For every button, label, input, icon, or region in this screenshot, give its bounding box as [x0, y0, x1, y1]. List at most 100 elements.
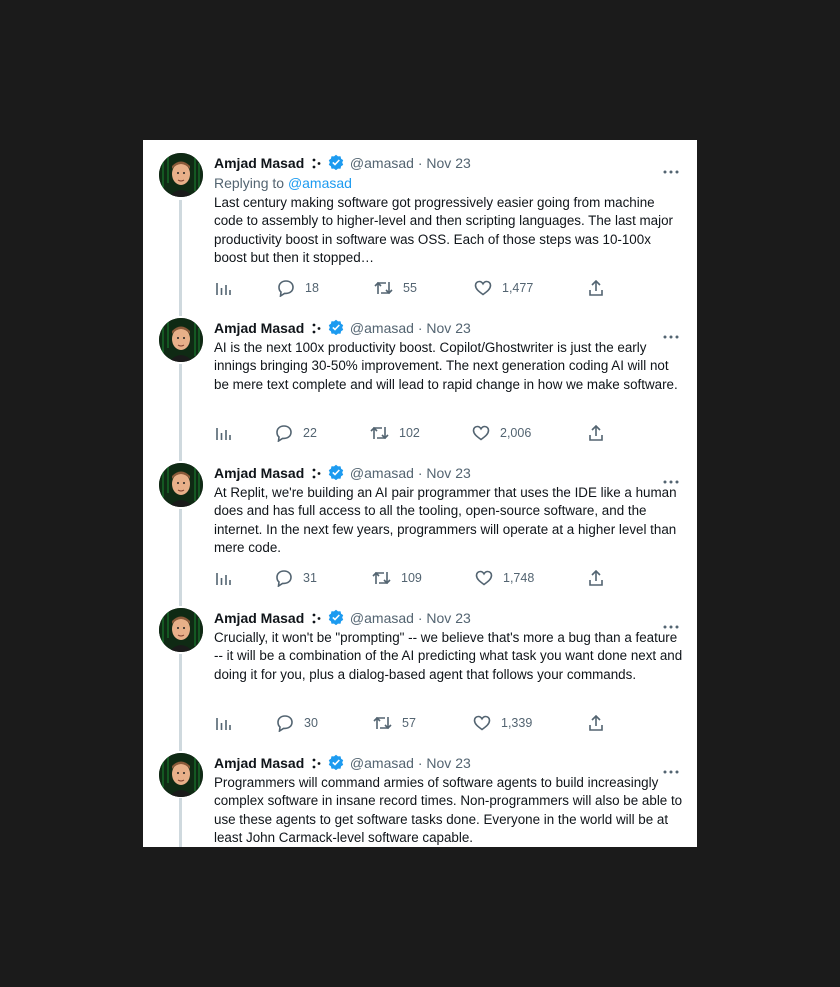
tweet-header: Amjad Masad @amasad · Nov 23: [214, 464, 681, 482]
analytics-icon: [215, 570, 231, 586]
author-name[interactable]: Amjad Masad: [214, 755, 304, 771]
tweet[interactable]: Amjad Masad @amasad · Nov 23 Replying to…: [143, 140, 697, 305]
author-handle[interactable]: @amasad: [350, 155, 414, 171]
retweet-button[interactable]: 109: [372, 569, 422, 587]
share-button[interactable]: [588, 714, 604, 732]
reply-count: 31: [303, 571, 317, 585]
tweet[interactable]: Amjad Masad @amasad · Nov 23 Programmers…: [143, 740, 697, 847]
like-icon: [473, 715, 491, 731]
share-button[interactable]: [588, 424, 604, 442]
reply-button[interactable]: 18: [277, 279, 319, 297]
retweet-count: 109: [401, 571, 422, 585]
avatar[interactable]: [159, 153, 203, 197]
retweet-icon: [370, 425, 389, 441]
more-icon[interactable]: [663, 471, 679, 484]
analytics-icon: [215, 425, 231, 441]
verified-badge-icon: [328, 609, 344, 629]
reply-context: Replying to @amasad: [214, 175, 352, 191]
like-button[interactable]: 1,339: [473, 714, 532, 732]
tweet-actions: 31 109 1,748: [214, 569, 614, 587]
separator: ·: [417, 155, 423, 171]
retweet-button[interactable]: 57: [373, 714, 416, 732]
share-icon: [588, 425, 604, 441]
separator: ·: [417, 320, 423, 336]
analytics-button[interactable]: [215, 279, 231, 297]
emoji-icon: [312, 756, 322, 774]
share-icon: [588, 715, 604, 731]
like-button[interactable]: 1,748: [475, 569, 534, 587]
reply-icon: [277, 279, 295, 297]
share-button[interactable]: [588, 569, 604, 587]
retweet-button[interactable]: 55: [374, 279, 417, 297]
author-name[interactable]: Amjad Masad: [214, 320, 304, 336]
emoji-icon: [312, 466, 322, 484]
share-button[interactable]: [588, 279, 604, 297]
reply-count: 18: [305, 281, 319, 295]
author-name[interactable]: Amjad Masad: [214, 155, 304, 171]
analytics-button[interactable]: [215, 424, 231, 442]
author-handle[interactable]: @amasad: [350, 465, 414, 481]
reply-count: 30: [304, 716, 318, 730]
retweet-count: 57: [402, 716, 416, 730]
avatar[interactable]: [159, 608, 203, 652]
retweet-icon: [372, 570, 391, 586]
tweet-date[interactable]: Nov 23: [426, 320, 470, 336]
like-count: 1,477: [502, 281, 534, 295]
verified-badge-icon: [328, 319, 344, 339]
tweet-header: Amjad Masad @amasad · Nov 23: [214, 609, 681, 627]
reply-button[interactable]: 31: [275, 569, 317, 587]
avatar[interactable]: [159, 753, 203, 797]
reply-button[interactable]: 30: [276, 714, 318, 732]
reply-icon: [275, 424, 293, 442]
like-button[interactable]: 1,477: [474, 279, 533, 297]
tweet[interactable]: Amjad Masad @amasad · Nov 23 Crucially, …: [143, 595, 697, 740]
more-icon[interactable]: [663, 761, 679, 774]
tweet-date[interactable]: Nov 23: [426, 755, 470, 771]
author-name[interactable]: Amjad Masad: [214, 465, 304, 481]
like-icon: [472, 425, 490, 441]
tweet-actions: 30 57 1,339: [214, 714, 614, 732]
like-icon: [474, 280, 492, 296]
author-handle[interactable]: @amasad: [350, 610, 414, 626]
tweet[interactable]: Amjad Masad @amasad · Nov 23 AI is the n…: [143, 305, 697, 450]
avatar[interactable]: [159, 318, 203, 362]
author-name[interactable]: Amjad Masad: [214, 610, 304, 626]
analytics-button[interactable]: [215, 714, 231, 732]
analytics-button[interactable]: [215, 569, 231, 587]
tweet[interactable]: Amjad Masad @amasad · Nov 23 At Replit, …: [143, 450, 697, 595]
reply-icon: [275, 569, 293, 587]
tweet-date[interactable]: Nov 23: [426, 155, 470, 171]
like-count: 1,748: [503, 571, 535, 585]
share-icon: [588, 570, 604, 586]
analytics-icon: [215, 715, 231, 731]
tweet-header: Amjad Masad @amasad · Nov 23: [214, 319, 681, 337]
avatar[interactable]: [159, 463, 203, 507]
reply-icon: [276, 714, 294, 732]
author-handle[interactable]: @amasad: [350, 755, 414, 771]
retweet-button[interactable]: 102: [370, 424, 420, 442]
tweet-text: At Replit, we're building an AI pair pro…: [214, 485, 677, 555]
like-button[interactable]: 2,006: [472, 424, 531, 442]
reply-count: 22: [303, 426, 317, 440]
tweet-header: Amjad Masad @amasad · Nov 23: [214, 154, 681, 172]
reply-handle-link[interactable]: @amasad: [288, 175, 352, 191]
tweet-date[interactable]: Nov 23: [426, 465, 470, 481]
retweet-count: 102: [399, 426, 420, 440]
separator: ·: [417, 610, 423, 626]
more-icon[interactable]: [663, 161, 679, 174]
author-handle[interactable]: @amasad: [350, 320, 414, 336]
reply-button[interactable]: 22: [275, 424, 317, 442]
tweet-thread: Amjad Masad @amasad · Nov 23 Replying to…: [143, 140, 697, 847]
verified-badge-icon: [328, 754, 344, 774]
emoji-icon: [312, 611, 322, 629]
verified-badge-icon: [328, 464, 344, 484]
tweet-text: AI is the next 100x productivity boost. …: [214, 340, 678, 392]
emoji-icon: [312, 156, 322, 174]
verified-badge-icon: [328, 154, 344, 174]
retweet-icon: [374, 280, 393, 296]
tweet-date[interactable]: Nov 23: [426, 610, 470, 626]
separator: ·: [417, 465, 423, 481]
more-icon[interactable]: [663, 326, 679, 339]
like-count: 2,006: [500, 426, 532, 440]
more-icon[interactable]: [663, 616, 679, 629]
